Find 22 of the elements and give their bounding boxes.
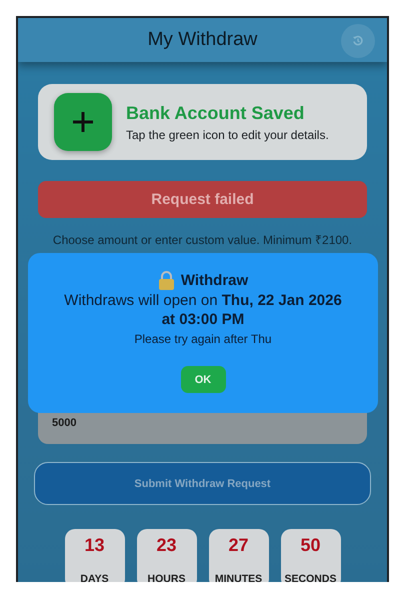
page-title: My Withdraw (148, 29, 258, 51)
ok-button[interactable]: OK (180, 366, 226, 393)
countdown-value: 23 (156, 535, 177, 556)
card-title: Bank Account Saved (126, 102, 306, 124)
error-banner: Request failed (38, 181, 367, 218)
submit-button[interactable]: Submit Withdraw Request (34, 462, 371, 505)
countdown-unit: DAYS (80, 573, 109, 582)
dialog-message: Withdraws will open on Thu, 22 Jan 2026 at 03:00 PM (63, 291, 343, 329)
countdown-value: 50 (300, 535, 321, 556)
edit-bank-button[interactable] (54, 93, 112, 151)
dialog-title: Withdraw (180, 272, 248, 289)
amount-hint: Choose amount or enter custom value. Minimum ₹2100. (52, 232, 354, 248)
countdown-unit: MINUTES (214, 573, 262, 582)
history-icon (352, 35, 364, 47)
dialog-note: Please try again after Thu (134, 332, 272, 346)
countdown-value: 13 (84, 535, 105, 556)
plus-icon (72, 111, 94, 133)
countdown-unit: HOURS (148, 573, 186, 582)
card-subtitle: Tap the green icon to edit your details. (126, 128, 329, 142)
lock-icon (158, 271, 175, 290)
countdown-value: 27 (228, 535, 249, 556)
countdown-unit: SECONDS (284, 573, 336, 582)
